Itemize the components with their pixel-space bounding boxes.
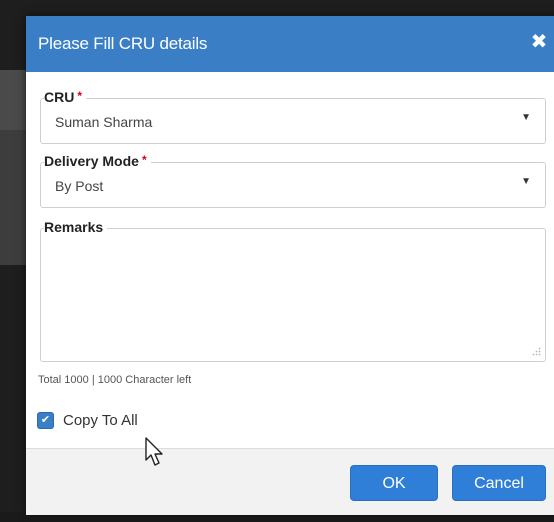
cancel-button[interactable]: Cancel [452,465,546,501]
copy-to-all-label[interactable]: Copy To All [63,412,138,429]
cru-selected-value: Suman Sharma [55,114,153,130]
required-marker: * [77,89,83,103]
cru-select[interactable]: CRU * Suman Sharma ▼ [40,89,546,144]
dialog-footer: OK Cancel [26,448,554,515]
close-icon[interactable]: ✖ [528,30,550,54]
cru-details-dialog: Please Fill CRU details ✖ CRU * Suman Sha… [26,16,554,515]
chevron-down-icon[interactable]: ▼ [521,112,531,123]
delivery-mode-label: Delivery Mode * [44,153,151,169]
resize-grip-icon[interactable] [531,347,541,357]
cru-label: CRU * [44,89,87,105]
dialog-title: Please Fill CRU details [38,34,208,53]
remarks-label: Remarks [44,219,108,235]
remarks-textarea[interactable]: Remarks [40,219,546,362]
mouse-pointer-icon [140,436,166,475]
checkbox-checked-icon[interactable]: ✔ [38,412,53,428]
character-counter: Total 1000 | 1000 Character left [38,374,192,386]
delivery-mode-selected-value: By Post [55,178,104,194]
copy-to-all-checkbox[interactable]: ✔ Copy To All [38,410,138,430]
chevron-down-icon[interactable]: ▼ [521,176,531,187]
required-marker: * [141,153,147,167]
dialog-header: Please Fill CRU details ✖ [26,16,554,72]
ok-button[interactable]: OK [350,465,438,501]
delivery-mode-select[interactable]: Delivery Mode * By Post ▼ [40,153,546,208]
